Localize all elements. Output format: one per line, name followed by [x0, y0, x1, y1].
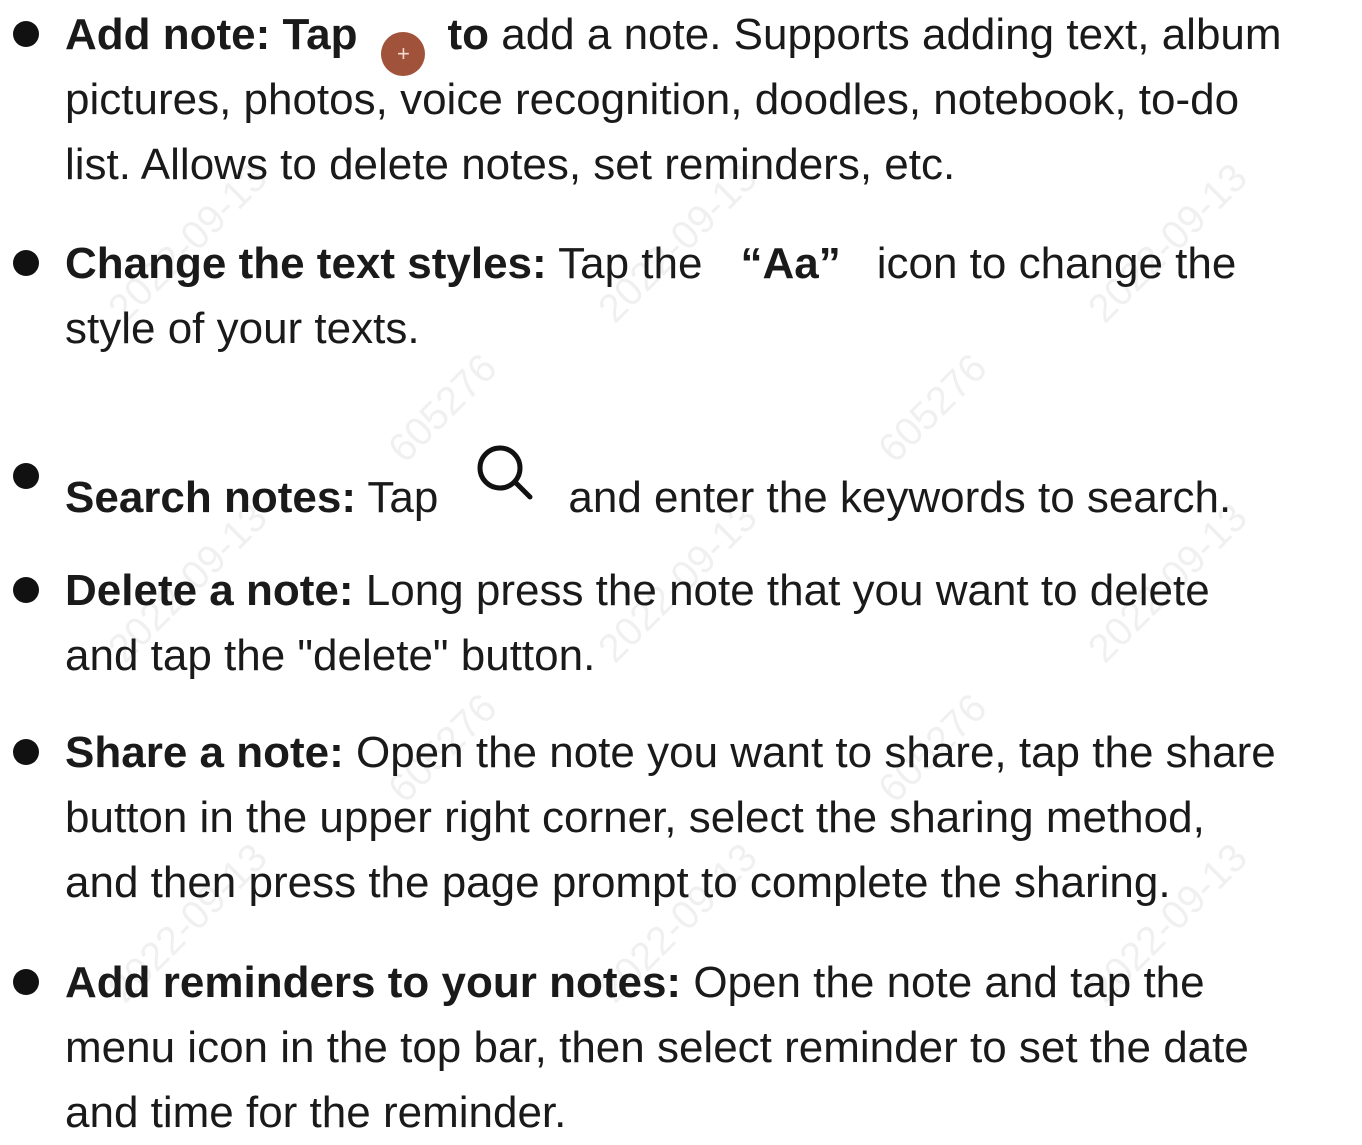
- bullet: [13, 21, 39, 47]
- item-line-text: Open the note you want to share, tap the…: [355, 728, 1276, 777]
- item-line: and time for the reminder.: [65, 1088, 567, 1137]
- item-title: Delete a note:: [65, 566, 354, 615]
- item-line: Add note: Tap + to add a note. Supports ad…: [65, 2, 1356, 76]
- item-line: list. Allows to delete notes, set remind…: [65, 140, 956, 189]
- item-line: and then press the page prompt to comple…: [65, 858, 1171, 907]
- item-line-text: add a note. Supports adding text, album: [501, 10, 1282, 59]
- item-line: button in the upper right corner, select…: [65, 793, 1205, 842]
- instructions-page: 2022-09-13 2022-09-13 2022-09-13 605276 …: [0, 0, 1362, 1137]
- item-line: Change the text styles: Tap the “Aa” icon …: [65, 231, 1356, 296]
- item-title: Add reminders to your notes:: [65, 958, 682, 1007]
- item-text: Share a note: Open the note you want to …: [65, 720, 1356, 915]
- item-line: Delete a note: Long press the note that …: [65, 558, 1356, 623]
- bullet: [13, 739, 39, 765]
- bullet: [13, 250, 39, 276]
- bullet: [13, 969, 39, 995]
- item-line-text: Long press the note that you want to del…: [365, 566, 1210, 615]
- bullet: [13, 577, 39, 603]
- item-line: style of your texts.: [65, 304, 420, 353]
- item-title-suffix: to: [447, 10, 489, 59]
- item-text: Add reminders to your notes: Open the no…: [65, 950, 1356, 1145]
- item-line: Share a note: Open the note you want to …: [65, 720, 1356, 785]
- item-text: Add note: Tap + to add a note. Supports ad…: [65, 2, 1356, 197]
- item-title: Change the text styles:: [65, 239, 547, 288]
- item-line: pictures, photos, voice recognition, doo…: [65, 75, 1240, 124]
- item-post-icon-text: icon to change the: [876, 239, 1237, 288]
- item-pre-icon-text: Tap the: [558, 239, 703, 288]
- item-line: menu icon in the top bar, then select re…: [65, 1023, 1249, 1072]
- bullet: [13, 463, 39, 489]
- item-title: Add note: Tap: [65, 10, 358, 59]
- item-title: Share a note:: [65, 728, 344, 777]
- item-text: Search notes: Tap and enter the keywords …: [65, 444, 1356, 522]
- item-line: Search notes: Tap and enter the keywords …: [65, 444, 1356, 522]
- item-line: Add reminders to your notes: Open the no…: [65, 950, 1356, 1015]
- item-text: Delete a note: Long press the note that …: [65, 558, 1356, 688]
- item-line: and tap the "delete" button.: [65, 631, 596, 680]
- item-post-icon-text: and enter the keywords to search.: [568, 473, 1232, 522]
- item-line-text: Open the note and tap the: [693, 958, 1205, 1007]
- search-icon: [468, 444, 540, 500]
- item-pre-icon-text: Tap: [367, 473, 439, 522]
- item-title: Search notes:: [65, 473, 356, 522]
- item-text: Change the text styles: Tap the “Aa” icon …: [65, 231, 1356, 361]
- text-style-icon: “Aa”: [740, 239, 841, 288]
